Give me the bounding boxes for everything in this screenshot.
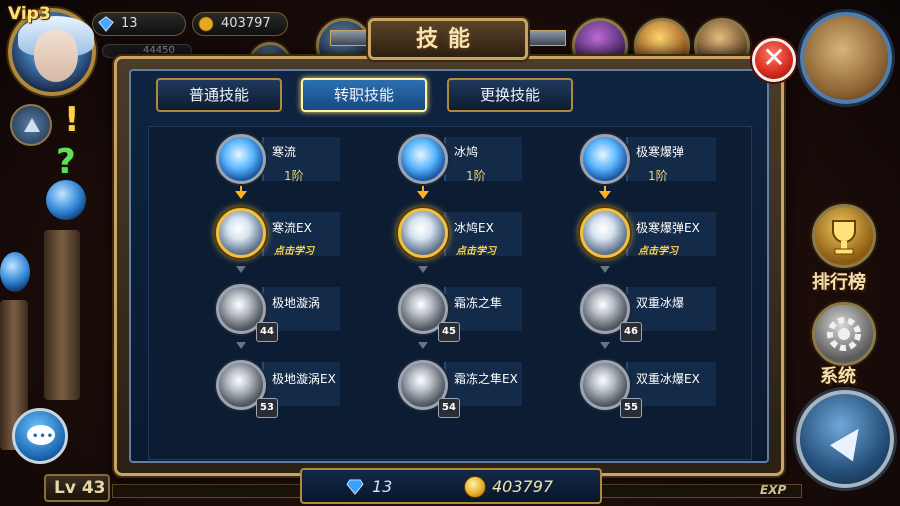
close-icon: ✕ [762,41,786,74]
footer-gem-count: 13 [372,477,393,496]
level-lock-badge: 45 [438,322,460,342]
gold-coin-icon [198,16,214,32]
skill-icon-ice-dove-ex[interactable] [398,208,448,258]
background-orb [0,252,30,292]
skill-name: 极地漩涡EX [272,372,336,386]
connector-arrow [236,342,246,349]
tab-job-skills[interactable]: 转职技能 [301,78,427,112]
skill-icon-ice-dove[interactable] [398,134,448,184]
level-lock-badge: 53 [256,398,278,418]
skill-name: 极寒爆弹 [636,145,685,159]
connector-arrow [599,191,611,199]
tab-normal-skills[interactable]: 普通技能 [156,78,282,112]
skill-icon-cold-current-ex[interactable] [216,208,266,258]
footer-gold-count: 403797 [492,477,554,496]
level-lock-badge: 46 [620,322,642,342]
level-lock-badge: 55 [620,398,642,418]
panel-title-text: 技能 [415,27,480,52]
skill-name: 极寒爆弹EX [636,221,700,235]
avatar-face [34,30,78,82]
skill-icon-cold-current[interactable] [216,134,266,184]
action-button[interactable] [796,390,894,488]
background-pillar [44,230,80,400]
connector-arrow [418,266,428,273]
connector-arrow [600,342,610,349]
skill-name: 冰鸠 [454,145,479,159]
background-orb [46,180,86,220]
skill-rank: 1阶 [284,169,304,183]
arrow-icon [829,420,871,462]
connector-arrow [236,266,246,273]
learn-hint[interactable]: 点击学习 [638,242,678,257]
skill-name: 寒流 [272,145,297,159]
gear-icon [827,317,861,351]
skill-name: 寒流EX [272,221,312,235]
connector-arrow [418,342,428,349]
skill-name: 霜冻之隼 [454,296,503,310]
hud-sub-value: 44450 [143,45,175,56]
learn-hint[interactable]: 点击学习 [274,242,314,257]
skill-icon-frost-bomb-ex[interactable] [580,208,630,258]
gold-coin-icon [464,476,486,498]
skill-name: 霜冻之隼EX [454,372,518,386]
skill-icon-frost-bomb[interactable] [580,134,630,184]
level-lock-badge: 44 [256,322,278,342]
trophy-icon [832,220,856,255]
ranking-button[interactable] [812,204,876,268]
ranking-label[interactable]: 排行榜 [812,268,866,294]
system-label[interactable]: 系统 [820,362,856,388]
skill-rank: 1阶 [648,169,668,183]
player-level: Lv 43 [44,474,110,502]
skill-name: 极地漩涡 [272,296,321,310]
close-button[interactable]: ✕ [752,38,796,82]
system-button[interactable] [812,302,876,366]
scroll-up-button[interactable] [10,104,52,146]
vip-badge: Vip3 [8,4,51,24]
gem-icon [346,479,364,495]
title-wing-right [526,30,566,46]
chat-dots: ••• [32,431,55,442]
up-arrow-icon [24,118,40,132]
skill-name: 双重冰爆 [636,296,685,310]
gem-count: 13 [121,16,138,31]
world-map-button[interactable] [800,12,892,104]
gem-counter: 13 [92,12,186,36]
connector-arrow [235,191,247,199]
gold-count: 403797 [221,16,271,31]
panel-title: 技能 [368,18,528,60]
skill-rank: 1阶 [466,169,486,183]
skill-name: 冰鸠EX [454,221,494,235]
quest-question-icon[interactable]: ? [56,142,76,182]
level-lock-badge: 54 [438,398,460,418]
tab-change-skills[interactable]: 更换技能 [447,78,573,112]
learn-hint[interactable]: 点击学习 [456,242,496,257]
skill-name: 双重冰爆EX [636,372,700,386]
title-wing-left [330,30,370,46]
chat-button[interactable]: ••• [12,408,68,464]
gem-icon [98,16,114,32]
gold-counter: 403797 [192,12,288,36]
connector-arrow [417,191,429,199]
exp-label: EXP [760,483,787,497]
connector-arrow [600,266,610,273]
currency-bar: 13 403797 [300,468,602,504]
quest-exclamation-icon[interactable]: ! [64,100,80,140]
